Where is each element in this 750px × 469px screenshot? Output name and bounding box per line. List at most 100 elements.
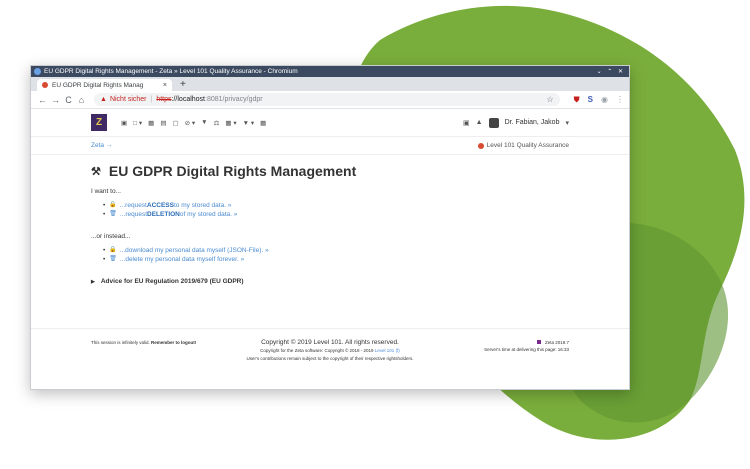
extension-s-icon[interactable]: S — [588, 95, 593, 104]
advice-label: Advice for EU Regulation 2019/679 (EU GD… — [100, 278, 244, 285]
url-host: ://localhost — [171, 96, 205, 103]
download-data-link[interactable]: • 🔒 ...download my personal data myself … — [103, 246, 569, 255]
breadcrumb-zeta[interactable]: Zeta → — [91, 142, 112, 149]
copyright-software-text: Copyright for the Zeta software: Copyrig… — [260, 348, 375, 353]
tab-gdpr[interactable]: EU GDPR Digital Rights Manag × — [37, 79, 172, 91]
bell-icon[interactable]: ▲ — [476, 119, 483, 126]
organisation-icon — [477, 142, 484, 149]
nav-icon[interactable]: ▦ — [260, 119, 266, 127]
link-pre: ...request — [119, 202, 147, 209]
intro-text: I want to... — [91, 188, 121, 195]
bullet: • — [103, 202, 106, 209]
version-text: Zeta 2019.7 — [544, 340, 569, 345]
tab-label: EU GDPR Digital Rights Manag — [52, 81, 144, 89]
nav-icon[interactable]: ▼ ▾ — [243, 119, 255, 127]
nav-icon[interactable]: ▦ ▾ — [225, 119, 236, 127]
browser-window: EU GDPR Digital Rights Management - Zeta… — [30, 65, 630, 390]
server-time: Server's time at delivering this page: 1… — [484, 347, 569, 352]
home-icon[interactable]: ⌂ — [75, 95, 88, 105]
nav-icon[interactable]: ▢ — [172, 119, 178, 127]
link-post: of my stored data. » — [179, 211, 238, 218]
bullet: • — [103, 256, 106, 263]
address-bar[interactable]: ▲ Nicht sicher | https ://localhost :808… — [94, 93, 560, 106]
copyright-software: Copyright for the Zeta software: Copyrig… — [241, 347, 419, 355]
link-bold: DELETION — [147, 211, 180, 218]
user-caret-icon[interactable]: ▾ — [565, 119, 569, 127]
page-title: ⚒ EU GDPR Digital Rights Management — [91, 163, 569, 179]
session-info: This session is infinitely valid. Rememb… — [91, 339, 241, 363]
copyright-users: User's contributions remain subject to t… — [246, 356, 414, 361]
screenshot-stage: EU GDPR Digital Rights Management - Zeta… — [0, 0, 750, 469]
nav-icon[interactable]: ▣ — [121, 119, 127, 127]
nav-icon[interactable]: □ ▾ — [133, 119, 142, 127]
version-icon — [536, 340, 541, 344]
window-titlebar: EU GDPR Digital Rights Management - Zeta… — [31, 66, 629, 77]
expand-triangle-icon: ▶ — [91, 278, 95, 285]
bullet: • — [103, 247, 106, 254]
instead-text: ...or instead... — [91, 233, 131, 240]
url-scheme: https — [156, 96, 172, 103]
delete-data-link[interactable]: • 🗑 ...delete my personal data myself fo… — [103, 255, 569, 264]
profile-icon[interactable]: ◉ — [601, 95, 608, 104]
avatar[interactable] — [488, 117, 499, 128]
lock-icon: 🔒 — [109, 202, 117, 208]
link-text: ...delete my personal data myself foreve… — [119, 256, 245, 263]
logout-reminder: Remember to logout! — [151, 340, 197, 345]
app-navbar: Z ▣ □ ▾ ▦ ▤ ▢ ⊘ ▾ ▼ ⚖ ▦ ▾ ▼ ▾ ▦ ▣ ▲ Dr. … — [31, 109, 629, 137]
reload-icon[interactable]: C — [62, 95, 75, 105]
instead-list: • 🔒 ...download my personal data myself … — [103, 246, 569, 264]
not-secure-label[interactable]: Nicht sicher — [110, 96, 147, 103]
zeta-logo[interactable]: Z — [91, 114, 107, 131]
request-access-link[interactable]: • 🔒 ...request ACCESS to my stored data.… — [103, 201, 569, 210]
organisation-name: Level 101 Quality Assurance — [486, 142, 569, 149]
omnibox-separator: | — [150, 96, 153, 103]
nav-icon[interactable]: ▤ — [160, 119, 166, 127]
lock-icon: 🔒 — [109, 247, 117, 253]
bullet: • — [103, 211, 106, 218]
session-text: This session is infinitely valid. — [91, 340, 152, 345]
new-tab-button[interactable]: + — [180, 79, 186, 91]
nav-icon[interactable]: ▦ — [148, 119, 154, 127]
nav-icon[interactable]: ⊘ ▾ — [185, 119, 196, 127]
nav-icon-row: ▣ □ ▾ ▦ ▤ ▢ ⊘ ▾ ▼ ⚖ ▦ ▾ ▼ ▾ ▦ — [121, 119, 266, 127]
copyright-main: Copyright © 2019 Level 101. All rights r… — [261, 339, 399, 346]
request-deletion-link[interactable]: • 🗑 ...request DELETION of my stored dat… — [103, 210, 569, 219]
extension-shield-icon[interactable]: ⛊ — [574, 95, 580, 105]
chromium-icon — [34, 68, 41, 75]
user-name[interactable]: Dr. Fabian, Jakob — [505, 119, 560, 126]
favicon-icon — [42, 82, 48, 88]
page-footer: This session is infinitely valid. Rememb… — [31, 328, 629, 363]
bookmark-star-icon[interactable]: ☆ — [547, 95, 554, 104]
link-bold: ACCESS — [146, 202, 174, 209]
back-icon[interactable]: ← — [36, 95, 49, 105]
chat-icon[interactable]: ▣ — [463, 119, 470, 127]
version-block: Zeta 2019.7 Server's time at delivering … — [419, 339, 569, 363]
link-pre: ...request — [119, 211, 148, 218]
trash-icon: 🗑 — [109, 256, 117, 262]
url-path: :8081/privacy/gdpr — [205, 96, 263, 103]
main-content: ⚒ EU GDPR Digital Rights Management I wa… — [31, 155, 629, 285]
nav-icon[interactable]: ▼ — [201, 119, 207, 127]
window-title: EU GDPR Digital Rights Management - Zeta… — [44, 68, 298, 75]
level101-link[interactable]: Level 101 (f) — [375, 348, 400, 353]
advice-toggle[interactable]: ▶ Advice for EU Regulation 2019/679 (EU … — [91, 278, 569, 285]
link-text: ...download my personal data myself (JSO… — [119, 247, 269, 254]
organisation-label[interactable]: Level 101 Quality Assurance — [477, 142, 569, 149]
link-post: to my stored data. » — [173, 202, 232, 209]
menu-icon[interactable]: ⋮ — [616, 95, 624, 104]
want-list: • 🔒 ...request ACCESS to my stored data.… — [103, 201, 569, 219]
gavel-icon: ⚒ — [91, 165, 101, 178]
user-area: ▣ ▲ Dr. Fabian, Jakob ▾ — [463, 117, 569, 128]
forward-icon[interactable]: → — [49, 95, 62, 105]
copyright-block: Copyright © 2019 Level 101. All rights r… — [241, 339, 419, 363]
version-label: Zeta 2019.7 — [419, 339, 569, 346]
window-controls[interactable]: ⌄ ⌃ ✕ — [597, 68, 625, 75]
trash-icon: 🗑 — [109, 211, 117, 217]
page-title-text: EU GDPR Digital Rights Management — [108, 163, 357, 179]
tab-close-icon[interactable]: × — [163, 82, 167, 89]
browser-toolbar: ← → C ⌂ ▲ Nicht sicher | https ://localh… — [31, 91, 629, 109]
warning-icon: ▲ — [100, 96, 107, 103]
nav-icon[interactable]: ⚖ — [214, 119, 220, 127]
breadcrumb: Zeta → Level 101 Quality Assurance — [31, 137, 629, 155]
tab-strip: EU GDPR Digital Rights Manag × + — [31, 77, 629, 91]
